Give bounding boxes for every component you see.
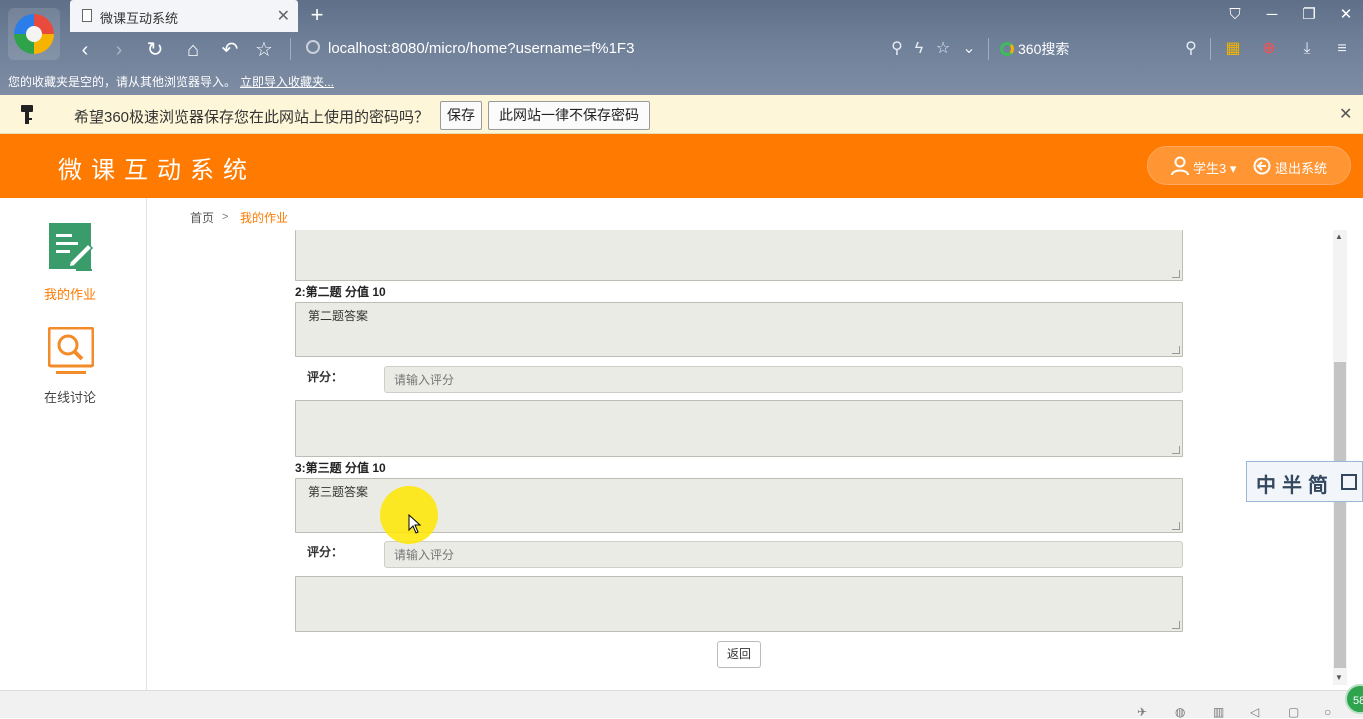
sound-icon[interactable]: ◁ <box>1250 706 1264 718</box>
status-bar <box>0 690 1363 718</box>
score-label: 评分： <box>307 370 344 384</box>
site-info-icon[interactable] <box>306 40 320 54</box>
tab-title: 微课互动系统 <box>100 11 179 26</box>
sidebar-item-homework[interactable]: 我的作业 <box>44 284 96 303</box>
sidebar-item-discussion[interactable]: 在线讨论 <box>44 387 96 406</box>
forward-icon[interactable]: › <box>106 38 132 62</box>
page-icon <box>82 9 92 22</box>
divider <box>290 38 291 60</box>
extension-icon[interactable]: ⊕ <box>1258 38 1280 60</box>
address-bar[interactable]: localhost:8080/micro/home?username=f%1F3 <box>328 40 634 57</box>
discussion-icon[interactable] <box>48 327 94 375</box>
save-password-button[interactable]: 保存 <box>440 101 482 130</box>
zoom-status-icon[interactable]: ○ <box>1324 706 1338 718</box>
comment-textarea[interactable] <box>295 576 1183 632</box>
bookmark-star-icon[interactable]: ☆ <box>932 38 954 60</box>
close-bar-icon[interactable]: ✕ <box>1339 104 1352 124</box>
scroll-down-icon[interactable]: ▼ <box>1335 673 1343 682</box>
logout-icon[interactable] <box>1253 157 1271 175</box>
lightning-icon[interactable]: ϟ <box>908 38 930 60</box>
ime-mode-text[interactable]: 中半简 <box>1256 469 1334 498</box>
breadcrumb-separator: > <box>222 211 229 223</box>
user-name-dropdown[interactable]: 学生3 ▾ <box>1193 158 1236 177</box>
zoom-icon[interactable]: ⚲ <box>886 38 908 60</box>
minimize-icon[interactable]: ─ <box>1258 4 1286 26</box>
key-icon <box>21 105 33 124</box>
bookmarks-empty-text: 您的收藏夹是空的，请从其他浏览器导入。 <box>8 75 237 89</box>
menu-icon[interactable]: ≡ <box>1331 38 1353 60</box>
undo-icon[interactable]: ↶ <box>217 38 243 62</box>
rocket-icon[interactable]: ✈ <box>1137 706 1151 718</box>
chevron-down-icon[interactable]: ⌄ <box>958 38 980 60</box>
answer-textarea[interactable]: 第二题答案 <box>295 302 1183 357</box>
mouse-cursor-icon <box>408 514 422 534</box>
question-title: 2:第二题 分值 10 <box>295 285 386 299</box>
password-save-message: 希望360极速浏览器保存您在此网站上使用的密码吗？ <box>74 109 430 126</box>
divider <box>1210 38 1211 60</box>
restore-icon[interactable]: ❐ <box>1295 4 1323 26</box>
comment-textarea[interactable] <box>295 400 1183 457</box>
ime-keyboard-icon[interactable] <box>1341 474 1357 490</box>
score-input[interactable] <box>384 366 1183 393</box>
score-input[interactable] <box>384 541 1183 568</box>
divider <box>988 38 989 60</box>
score-label: 评分： <box>307 545 344 559</box>
browser-logo-icon[interactable] <box>8 8 60 60</box>
favorite-star-icon[interactable]: ☆ <box>251 38 277 62</box>
skin-icon[interactable]: ⛉ <box>1221 4 1249 26</box>
tab-close-icon[interactable]: ✕ <box>277 6 290 26</box>
never-save-password-button[interactable]: 此网站一律不保存密码 <box>488 101 650 130</box>
scroll-up-icon[interactable]: ▲ <box>1335 232 1343 241</box>
import-bookmarks-link[interactable]: 立即导入收藏夹... <box>240 73 334 90</box>
download-icon[interactable]: ⤓ <box>1296 38 1318 60</box>
apps-grid-icon[interactable]: ▦ <box>1222 38 1244 60</box>
scrollbar-thumb[interactable] <box>1334 362 1346 668</box>
homework-icon[interactable] <box>48 222 94 272</box>
question-title: 3:第三题 分值 10 <box>295 461 386 475</box>
user-icon[interactable] <box>1171 156 1189 176</box>
breadcrumb-current: 我的作业 <box>240 211 289 225</box>
trash-icon[interactable]: ▥ <box>1213 706 1227 718</box>
new-tab-button[interactable]: + <box>306 2 328 28</box>
reload-icon[interactable]: ↻ <box>142 38 168 62</box>
breadcrumb-home-link[interactable]: 首页 <box>190 209 214 226</box>
browser-tab[interactable]: 微课互动系统 ✕ <box>70 0 298 32</box>
globe-icon[interactable]: ◍ <box>1175 706 1189 718</box>
app-title: 微课互动系统 <box>58 157 256 184</box>
comment-textarea[interactable] <box>295 230 1183 281</box>
close-window-icon[interactable]: ✕ <box>1332 4 1360 26</box>
back-icon[interactable]: ‹ <box>72 38 98 62</box>
search-icon[interactable]: ⚲ <box>1180 38 1202 60</box>
logout-button[interactable]: 退出系统 <box>1275 158 1327 177</box>
search-engine-selector[interactable]: 360搜索 <box>1000 38 1069 60</box>
home-icon[interactable]: ⌂ <box>180 38 206 62</box>
back-button[interactable]: 返回 <box>717 641 761 668</box>
window-icon[interactable]: ▢ <box>1288 706 1302 718</box>
search-engine-label: 360搜索 <box>1018 41 1070 57</box>
